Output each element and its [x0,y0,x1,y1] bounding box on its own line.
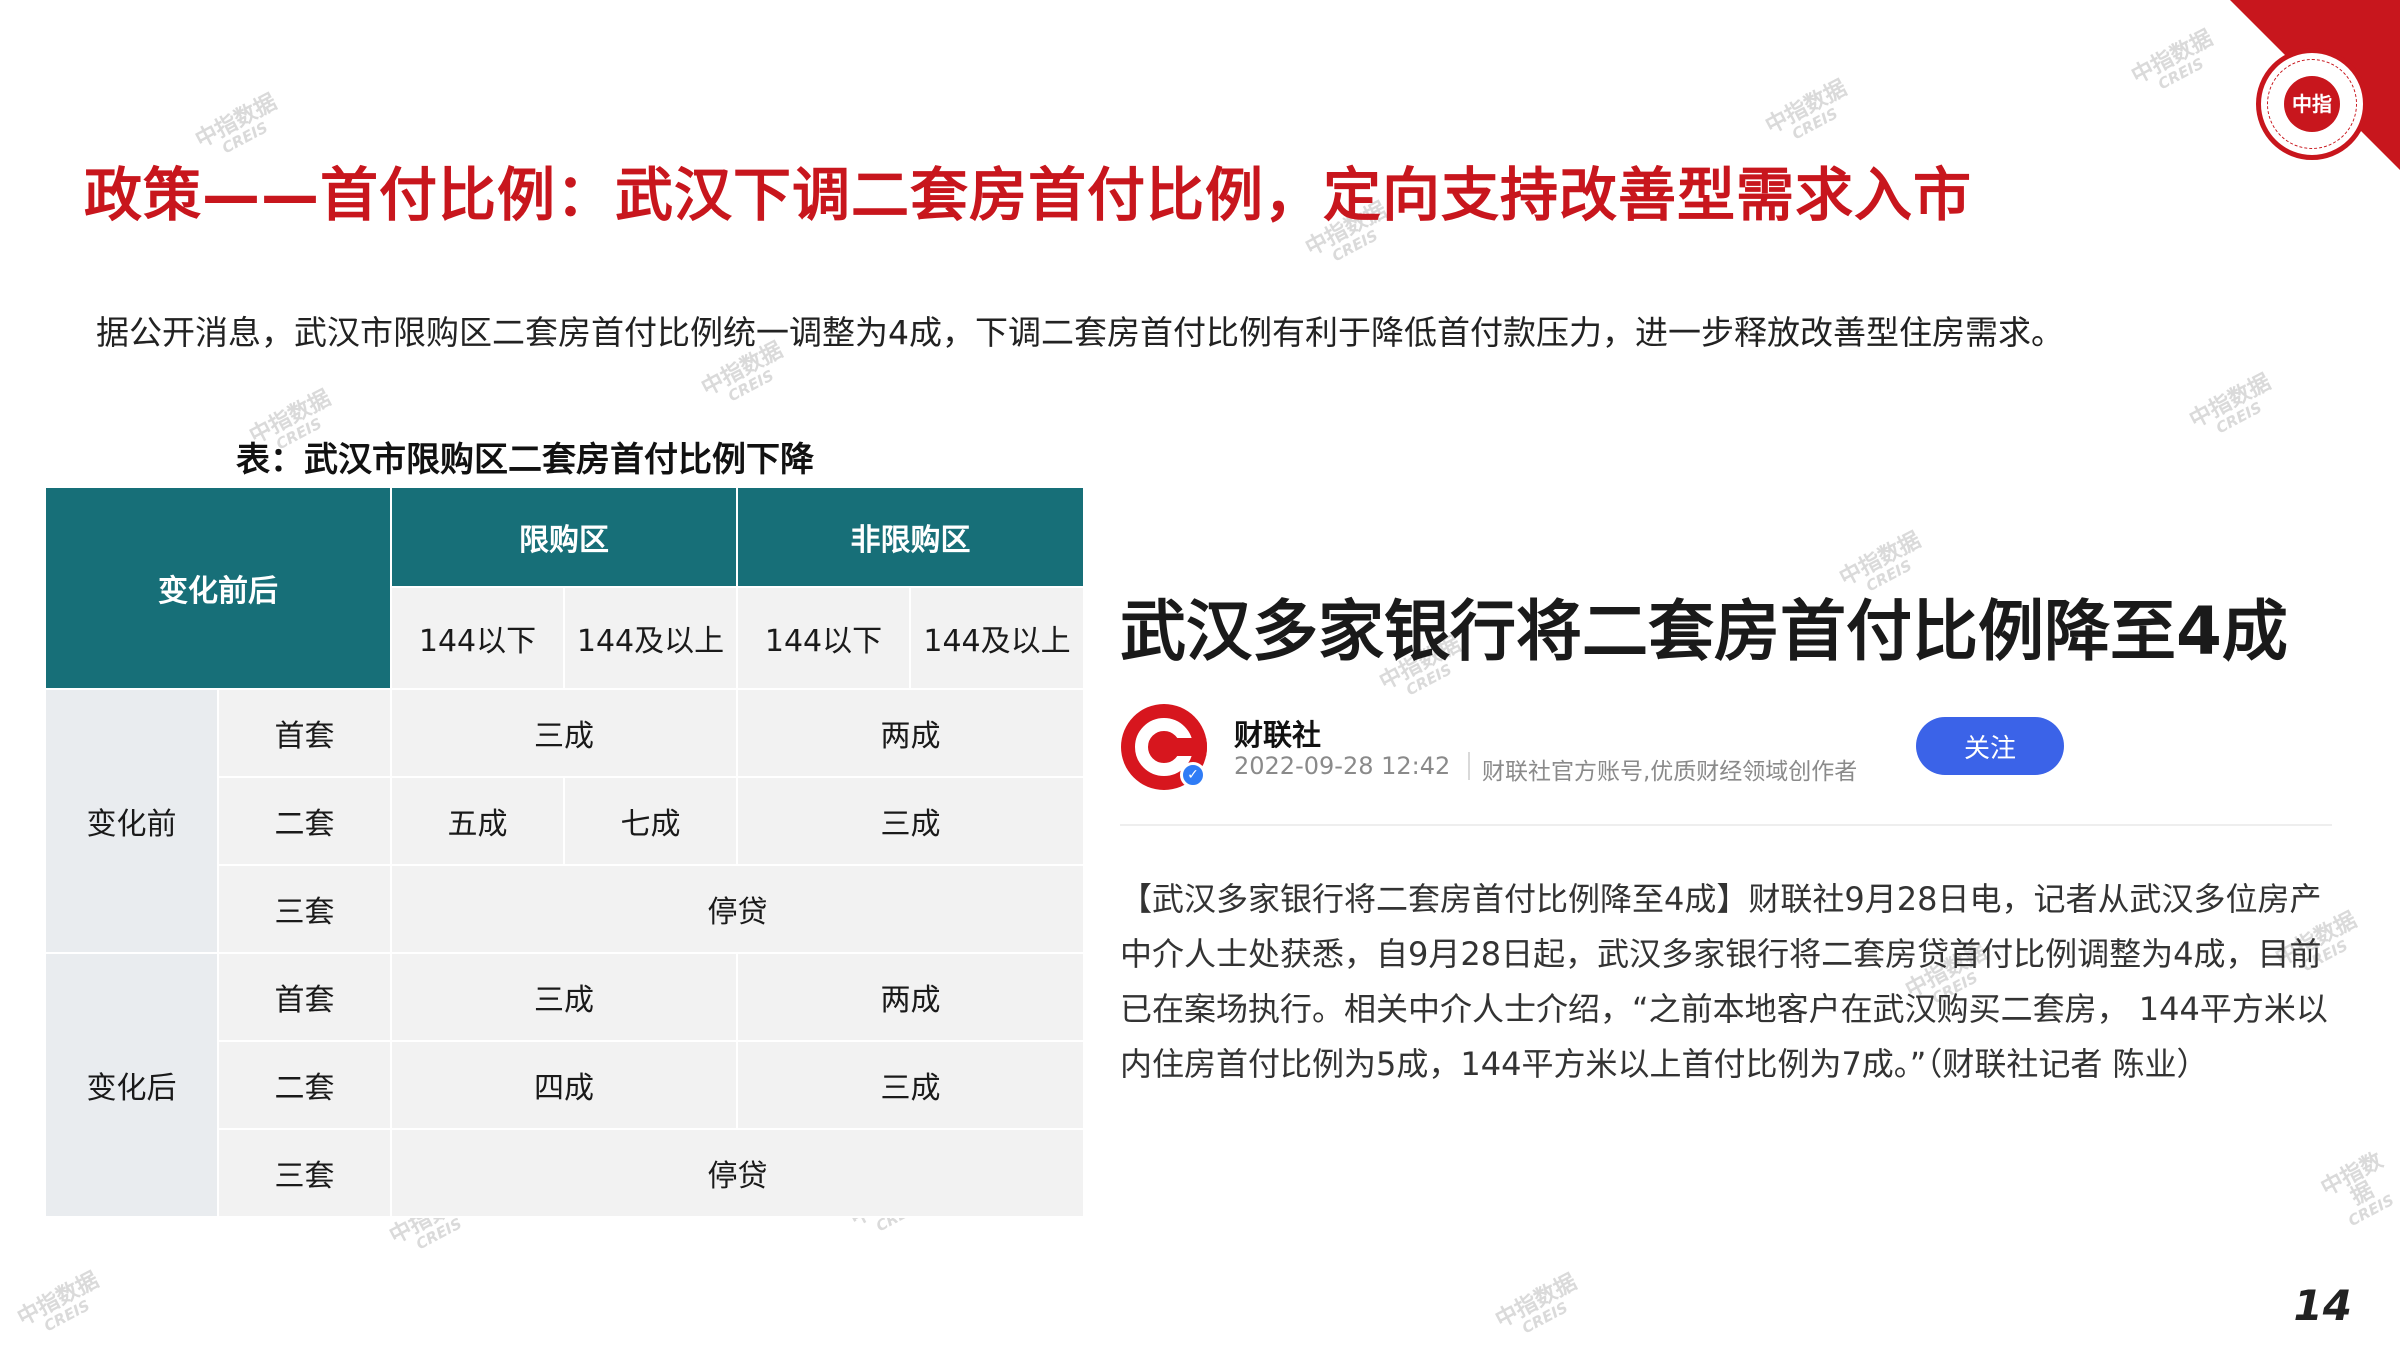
subheader-cell: 144及以上 [909,586,1085,690]
source-description: 财联社官方账号,优质财经领域创作者 [1482,759,1858,785]
watermark: 中指数据CREIS [13,1267,103,1336]
row-label: 二套 [217,776,392,866]
news-divider [1120,824,2332,826]
table-row: 变化前 首套 三成 两成 [44,688,1085,954]
row-label: 首套 [217,952,392,1042]
follow-button[interactable]: 关注 [1916,717,2064,775]
header-unrestricted-zone: 非限购区 [736,486,1085,588]
table-header-row: 变化前后 限购区 非限购区 [44,486,1085,690]
header-restricted-zone: 限购区 [390,486,738,588]
news-body: 【武汉多家银行将二套房首付比例降至4成】财联社9月28日电，记者从武汉多位房产中… [1120,880,2328,1083]
news-datetime: 2022-09-28 12:42 [1234,752,1451,780]
table-cell: 三成 [736,776,1085,866]
watermark: 中指数据CREIS [2127,25,2217,94]
watermark: 中指数据CREIS [1761,75,1851,144]
china-index-academy-logo: 中指 [2256,48,2368,160]
table-row: 变化后 首套 三成 两成 [44,952,1085,1218]
table-cell: 三成 [390,688,738,778]
subheader-cell: 144以下 [390,586,565,690]
row-label: 三套 [217,1128,392,1218]
row-label: 二套 [217,1040,392,1130]
table-cell: 两成 [736,952,1085,1042]
page-number: 14 [2293,1281,2352,1330]
watermark: 中指数据CREIS [1491,1269,1581,1338]
table-cell: 三成 [736,1040,1085,1130]
news-headline: 武汉多家银行将二套房首付比例降至4成 [1120,593,2288,670]
news-source-name[interactable]: 财联社 [1234,712,1321,754]
logo-ring [2267,59,2357,149]
watermark: 中指数据CREIS [2317,1148,2398,1230]
watermark: 中指数据CREIS [2185,369,2275,438]
table-caption: 表：武汉市限购区二套房首付比例下降 [236,440,814,480]
row-label: 首套 [217,688,392,778]
header-corner: 变化前后 [44,486,392,690]
group-label-before: 变化前 [44,688,219,954]
table-cell: 三成 [390,952,738,1042]
verified-icon: ✓ [1180,762,1206,788]
table-cell: 四成 [390,1040,738,1130]
table-cell: 两成 [736,688,1085,778]
down-payment-table: 变化前后 限购区 非限购区 144以下 144及以上 144以下 144及以上 … [44,486,1085,1218]
subheader-cell: 144以下 [736,586,911,690]
table-cell: 停贷 [390,864,1085,954]
subheader-cell: 144及以上 [563,586,738,690]
row-label: 三套 [217,864,392,954]
table-cell: 五成 [390,776,565,866]
meta-separator [1468,752,1470,780]
group-label-after: 变化后 [44,952,219,1218]
logo-gap [1173,738,1207,756]
slide-title: 政策——首付比例：武汉下调二套房首付比例，定向支持改善型需求入市 [84,161,1973,229]
table-cell: 七成 [563,776,738,866]
intro-text: 据公开消息，武汉市限购区二套房首付比例统一调整为4成，下调二套房首付比例有利于降… [96,313,2064,352]
table-cell: 停贷 [390,1128,1085,1218]
